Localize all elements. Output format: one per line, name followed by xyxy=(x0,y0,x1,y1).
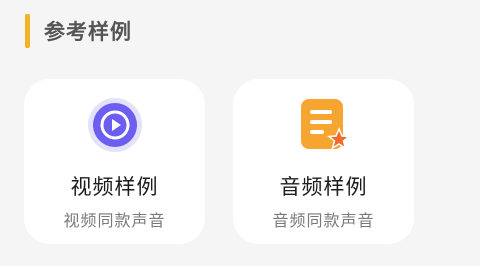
audio-sample-subtitle: 音频同款声音 xyxy=(272,211,375,230)
audio-document-star-icon xyxy=(296,97,352,153)
video-play-icon xyxy=(87,97,143,153)
section-accent-bar xyxy=(25,14,30,48)
video-sample-title: 视频样例 xyxy=(70,175,159,199)
audio-sample-card[interactable]: 音频样例 音频同款声音 xyxy=(233,79,414,244)
section-title: 参考样例 xyxy=(44,20,132,44)
audio-sample-title: 音频样例 xyxy=(279,175,368,199)
section-header: 参考样例 xyxy=(25,14,132,48)
video-sample-card[interactable]: 视频样例 视频同款声音 xyxy=(24,79,205,244)
video-sample-subtitle: 视频同款声音 xyxy=(63,211,166,230)
